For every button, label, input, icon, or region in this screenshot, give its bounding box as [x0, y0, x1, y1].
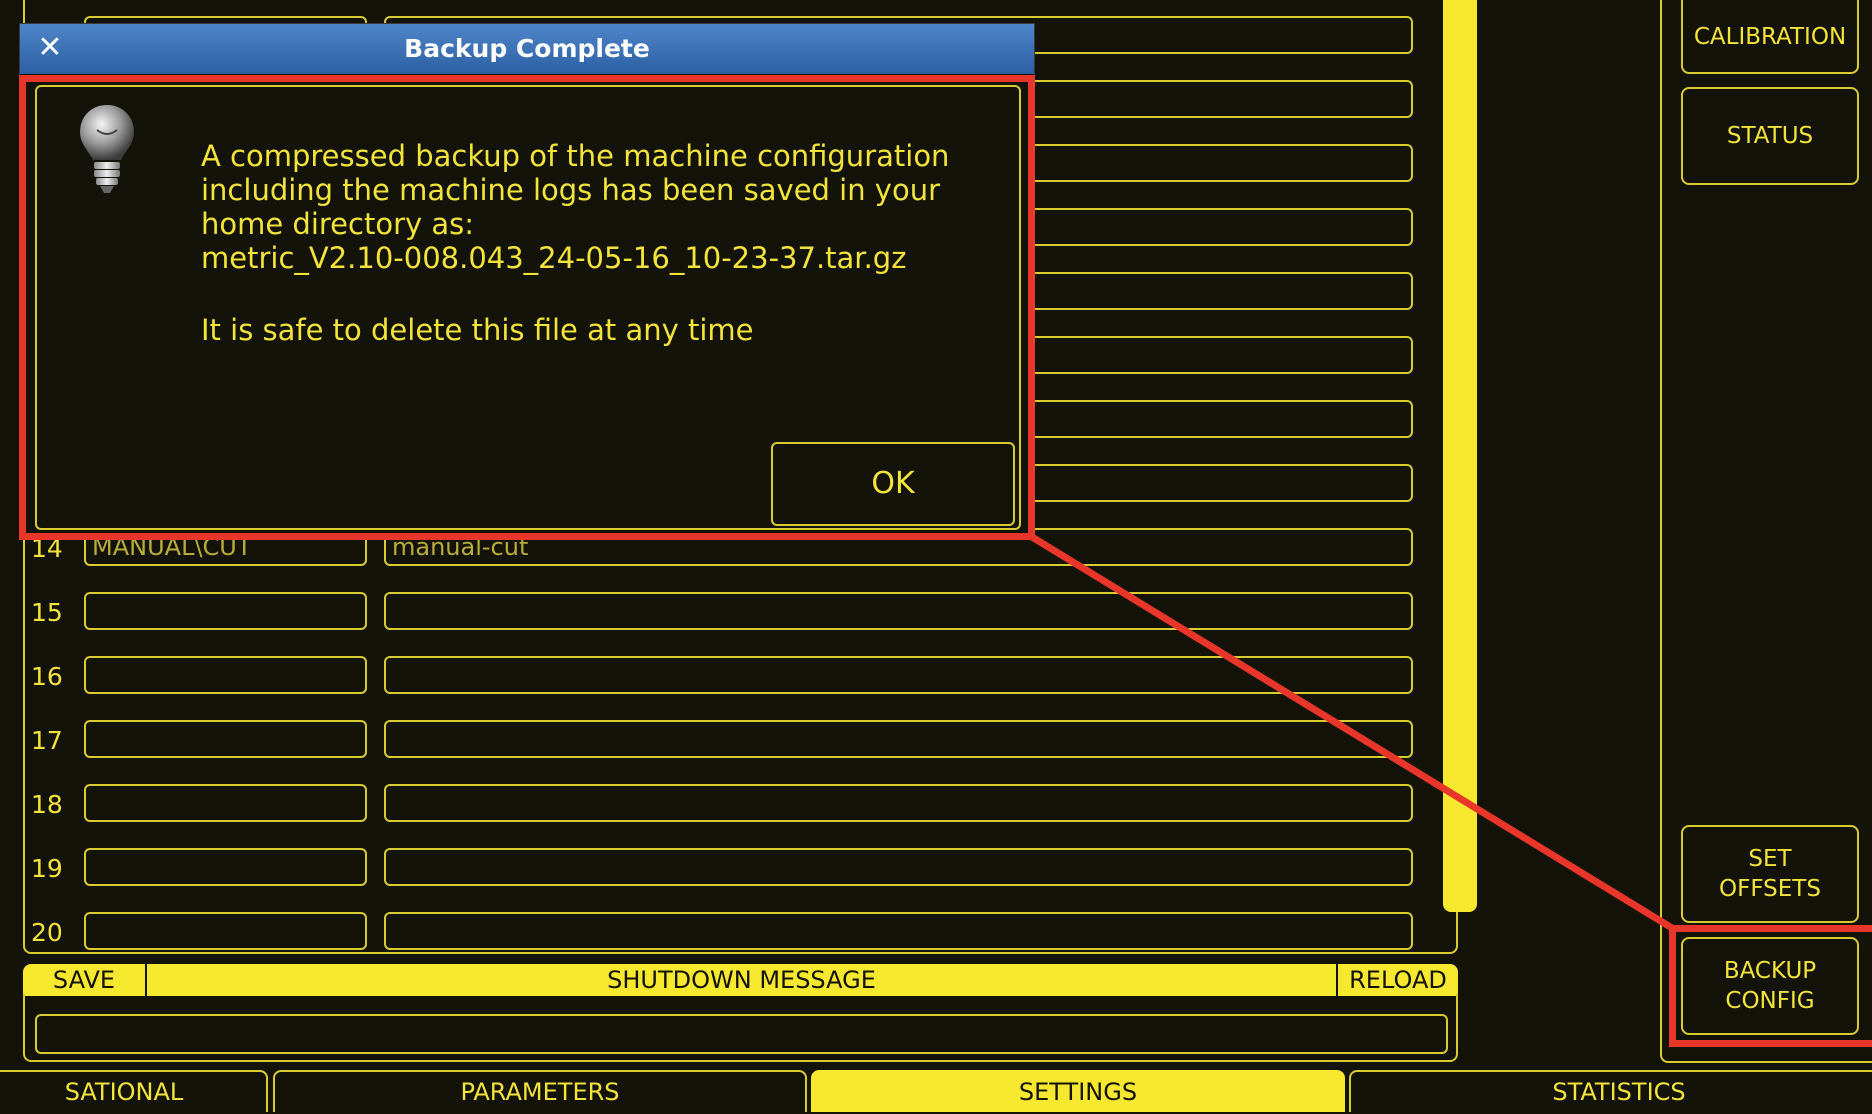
app-window: OINT_3 HOME}14MANUAL\CUTmanual-cut151617…	[0, 0, 1872, 1114]
callout-connector	[1030, 534, 1674, 931]
callout-line	[1030, 534, 1674, 931]
